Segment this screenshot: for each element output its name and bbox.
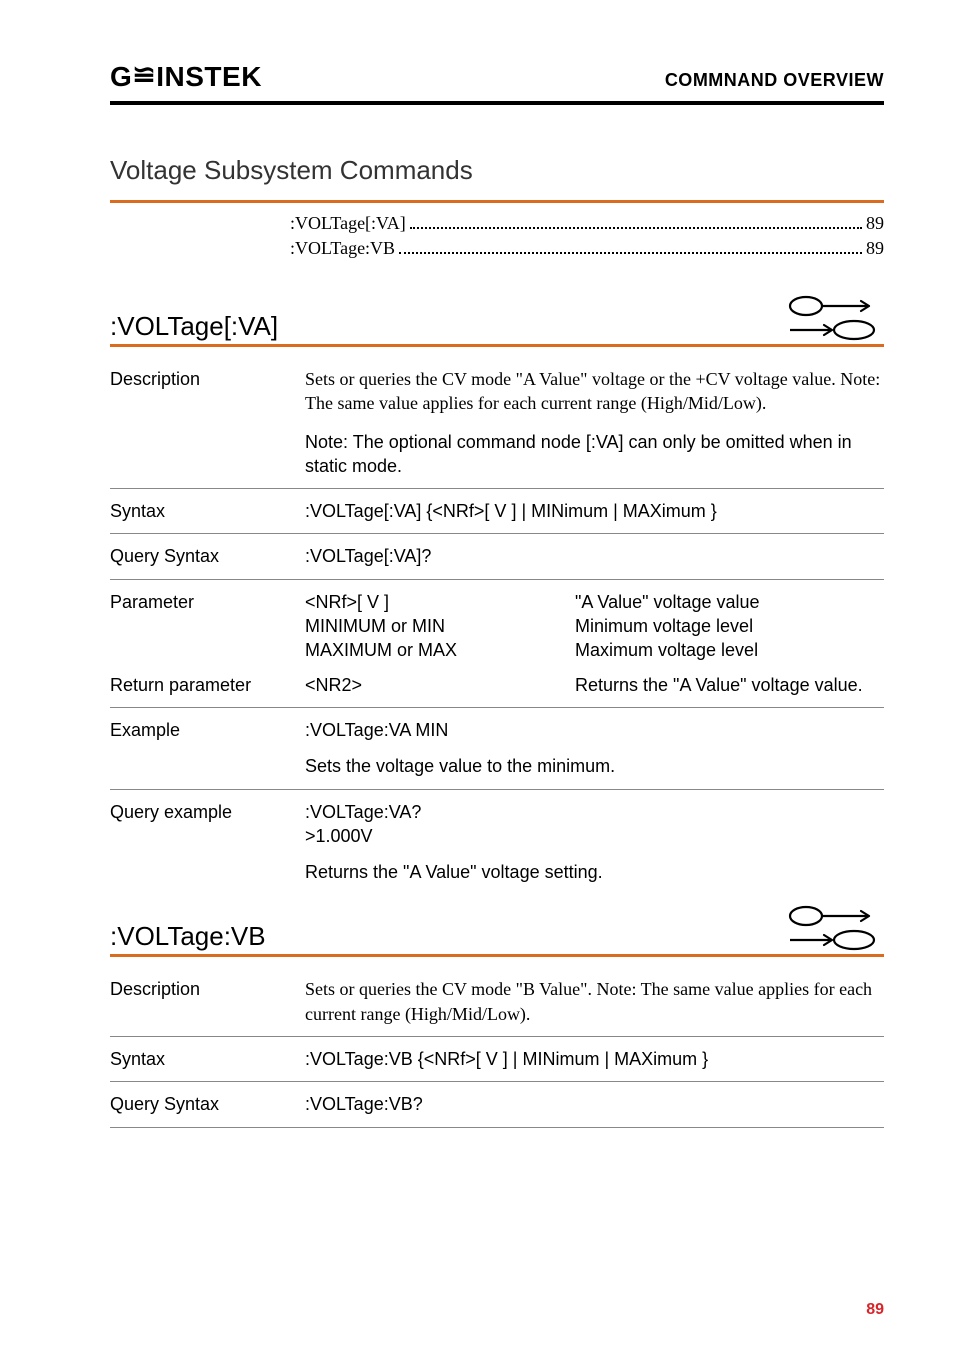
toc-row: :VOLTage:VB 89 — [290, 238, 884, 259]
row-label: Query example — [110, 800, 305, 885]
query-example-line: >1.000V — [305, 824, 884, 848]
description-note: Note: The optional command node [:VA] ca… — [305, 430, 884, 479]
header-title: COMMNAND OVERVIEW — [665, 70, 884, 91]
command-name: :VOLTage[:VA] — [110, 311, 278, 342]
example-text: :VOLTage:VA MIN — [305, 718, 884, 742]
syntax-row: Syntax :VOLTage[:VA] {<NRf>[ V ] | MINim… — [110, 489, 884, 534]
toc-row: :VOLTage[:VA] 89 — [290, 213, 884, 234]
row-label: Description — [110, 367, 305, 478]
page-number: 89 — [866, 1301, 884, 1319]
description-row: Description Sets or queries the CV mode … — [110, 357, 884, 489]
logo-accent: ≌ — [132, 58, 156, 91]
param-left: MINIMUM or MIN — [305, 614, 575, 638]
query-syntax-row: Query Syntax :VOLTage:VB? — [110, 1082, 884, 1127]
row-label: Query Syntax — [110, 1092, 305, 1116]
return-parameter-row: Return parameter <NR2> Returns the "A Va… — [110, 673, 884, 708]
return-left: <NR2> — [305, 673, 575, 697]
section-title: Voltage Subsystem Commands — [110, 155, 884, 188]
query-example-sub: Returns the "A Value" voltage setting. — [305, 860, 884, 884]
parameter-row: Parameter <NRf>[ V ] MINIMUM or MIN MAXI… — [110, 580, 884, 673]
param-right: Maximum voltage level — [575, 638, 884, 662]
query-syntax-row: Query Syntax :VOLTage[:VA]? — [110, 534, 884, 579]
section-rule — [110, 200, 884, 203]
row-label: Syntax — [110, 499, 305, 523]
set-query-icon — [784, 294, 884, 342]
command-name: :VOLTage:VB — [110, 921, 266, 952]
param-left: MAXIMUM or MAX — [305, 638, 575, 662]
row-label: Example — [110, 718, 305, 779]
command-rule — [110, 344, 884, 347]
query-example-row: Query example :VOLTage:VA? >1.000V Retur… — [110, 790, 884, 895]
row-label: Parameter — [110, 590, 305, 663]
table-of-contents: :VOLTage[:VA] 89 :VOLTage:VB 89 — [290, 213, 884, 259]
toc-label: :VOLTage:VB — [290, 238, 395, 259]
query-example-line: :VOLTage:VA? — [305, 800, 884, 824]
toc-leader — [399, 252, 862, 254]
toc-page: 89 — [866, 213, 884, 234]
toc-leader — [410, 227, 862, 229]
row-label: Return parameter — [110, 673, 305, 697]
row-label: Syntax — [110, 1047, 305, 1071]
example-row: Example :VOLTage:VA MIN Sets the voltage… — [110, 708, 884, 790]
example-sub: Sets the voltage value to the minimum. — [305, 754, 884, 778]
toc-label: :VOLTage[:VA] — [290, 213, 406, 234]
param-right: "A Value" voltage value — [575, 590, 884, 614]
logo-suffix: INSTEK — [156, 61, 262, 92]
command-header-vb: :VOLTage:VB — [110, 904, 884, 952]
command-rule — [110, 954, 884, 957]
syntax-row: Syntax :VOLTage:VB {<NRf>[ V ] | MINimum… — [110, 1037, 884, 1082]
description-text: Sets or queries the CV mode "B Value". N… — [305, 977, 884, 1026]
logo-prefix: G — [110, 61, 132, 92]
query-syntax-text: :VOLTage[:VA]? — [305, 544, 884, 568]
query-syntax-text: :VOLTage:VB? — [305, 1092, 884, 1116]
logo: G≌INSTEK — [110, 60, 262, 93]
page-header: G≌INSTEK COMMNAND OVERVIEW — [110, 60, 884, 105]
row-label: Description — [110, 977, 305, 1026]
param-left: <NRf>[ V ] — [305, 590, 575, 614]
syntax-text: :VOLTage[:VA] {<NRf>[ V ] | MINimum | MA… — [305, 499, 884, 523]
description-text: Sets or queries the CV mode "A Value" vo… — [305, 367, 884, 416]
command-header-va: :VOLTage[:VA] — [110, 294, 884, 342]
set-query-icon — [784, 904, 884, 952]
row-label: Query Syntax — [110, 544, 305, 568]
return-right: Returns the "A Value" voltage value. — [575, 673, 884, 697]
description-row: Description Sets or queries the CV mode … — [110, 967, 884, 1037]
toc-page: 89 — [866, 238, 884, 259]
syntax-text: :VOLTage:VB {<NRf>[ V ] | MINimum | MAXi… — [305, 1047, 884, 1071]
param-right: Minimum voltage level — [575, 614, 884, 638]
